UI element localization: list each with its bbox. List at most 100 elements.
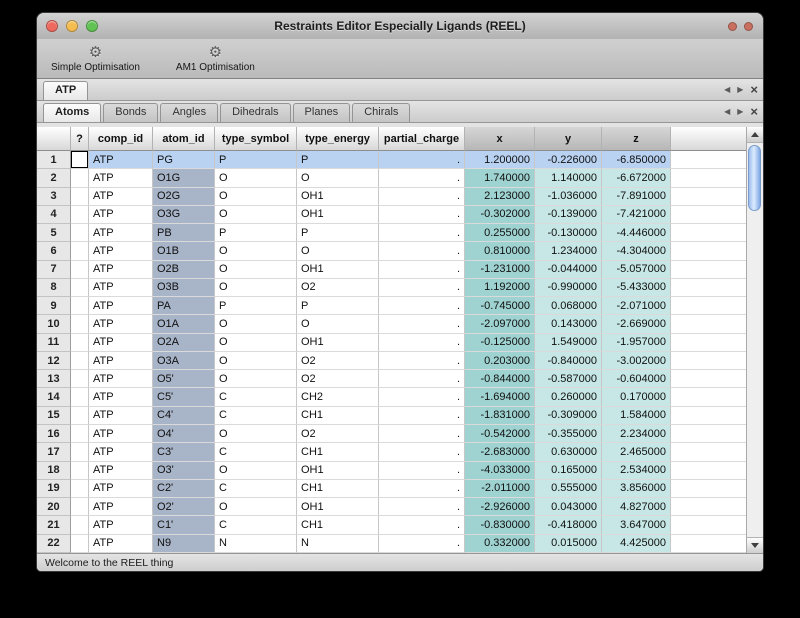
- cell-atom-id[interactable]: O1A: [153, 315, 215, 333]
- cell-atom-id[interactable]: PB: [153, 224, 215, 242]
- col-header-type-symbol[interactable]: type_symbol: [215, 127, 297, 151]
- cell-z[interactable]: 3.856000: [602, 480, 671, 498]
- cell-partial-charge[interactable]: .: [379, 261, 465, 279]
- cell-type-symbol[interactable]: P: [215, 151, 297, 169]
- row-number[interactable]: 13: [37, 370, 71, 388]
- cell-z[interactable]: -4.304000: [602, 242, 671, 260]
- cell-type-energy[interactable]: O2: [297, 279, 379, 297]
- cell-x[interactable]: 2.123000: [465, 188, 535, 206]
- cell-z[interactable]: 1.584000: [602, 407, 671, 425]
- cell-partial-charge[interactable]: .: [379, 480, 465, 498]
- titlebar[interactable]: Restraints Editor Especially Ligands (RE…: [37, 13, 763, 39]
- cell-z[interactable]: -6.850000: [602, 151, 671, 169]
- cell-type-symbol[interactable]: O: [215, 334, 297, 352]
- cell-x[interactable]: 0.810000: [465, 242, 535, 260]
- cell-y[interactable]: 0.555000: [535, 480, 602, 498]
- cell-atom-id[interactable]: C4': [153, 407, 215, 425]
- cell-y[interactable]: -0.840000: [535, 352, 602, 370]
- cell-comp-id[interactable]: ATP: [89, 224, 153, 242]
- cell-partial-charge[interactable]: .: [379, 535, 465, 553]
- cell-z[interactable]: -2.071000: [602, 297, 671, 315]
- cell-flag[interactable]: [71, 151, 89, 169]
- cell-z[interactable]: -7.421000: [602, 206, 671, 224]
- row-number[interactable]: 14: [37, 388, 71, 406]
- cell-atom-id[interactable]: C5': [153, 388, 215, 406]
- cell-comp-id[interactable]: ATP: [89, 188, 153, 206]
- row-number[interactable]: 5: [37, 224, 71, 242]
- cell-flag[interactable]: [71, 443, 89, 461]
- cell-type-energy[interactable]: O2: [297, 352, 379, 370]
- cell-type-energy[interactable]: P: [297, 297, 379, 315]
- col-header-x[interactable]: x: [465, 127, 535, 151]
- cell-atom-id[interactable]: O4': [153, 425, 215, 443]
- cell-flag[interactable]: [71, 425, 89, 443]
- cell-type-symbol[interactable]: C: [215, 407, 297, 425]
- cell-comp-id[interactable]: ATP: [89, 352, 153, 370]
- cell-y[interactable]: 0.630000: [535, 443, 602, 461]
- cell-y[interactable]: 1.140000: [535, 169, 602, 187]
- cell-atom-id[interactable]: O1B: [153, 242, 215, 260]
- cell-partial-charge[interactable]: .: [379, 297, 465, 315]
- cell-partial-charge[interactable]: .: [379, 315, 465, 333]
- cell-atom-id[interactable]: C3': [153, 443, 215, 461]
- row-number[interactable]: 22: [37, 535, 71, 553]
- close-window-button[interactable]: [46, 20, 58, 32]
- cell-z[interactable]: 2.465000: [602, 443, 671, 461]
- cell-x[interactable]: -2.926000: [465, 498, 535, 516]
- cell-z[interactable]: -6.672000: [602, 169, 671, 187]
- cell-y[interactable]: -0.418000: [535, 516, 602, 534]
- cell-y[interactable]: 0.068000: [535, 297, 602, 315]
- cell-x[interactable]: 0.255000: [465, 224, 535, 242]
- row-number[interactable]: 17: [37, 443, 71, 461]
- cell-comp-id[interactable]: ATP: [89, 261, 153, 279]
- cell-comp-id[interactable]: ATP: [89, 516, 153, 534]
- cell-type-energy[interactable]: CH1: [297, 407, 379, 425]
- cell-x[interactable]: -0.542000: [465, 425, 535, 443]
- cell-type-symbol[interactable]: O: [215, 462, 297, 480]
- cell-flag[interactable]: [71, 297, 89, 315]
- cell-atom-id[interactable]: O3G: [153, 206, 215, 224]
- cell-type-symbol[interactable]: N: [215, 535, 297, 553]
- row-number[interactable]: 3: [37, 188, 71, 206]
- cell-type-symbol[interactable]: O: [215, 498, 297, 516]
- row-number[interactable]: 18: [37, 462, 71, 480]
- row-number[interactable]: 2: [37, 169, 71, 187]
- row-number[interactable]: 7: [37, 261, 71, 279]
- cell-type-symbol[interactable]: C: [215, 480, 297, 498]
- cell-z[interactable]: -1.957000: [602, 334, 671, 352]
- cell-atom-id[interactable]: PG: [153, 151, 215, 169]
- tab-bonds[interactable]: Bonds: [103, 103, 158, 122]
- cell-flag[interactable]: [71, 352, 89, 370]
- cell-z[interactable]: 3.647000: [602, 516, 671, 534]
- cell-partial-charge[interactable]: .: [379, 462, 465, 480]
- cell-x[interactable]: -2.097000: [465, 315, 535, 333]
- cell-partial-charge[interactable]: .: [379, 498, 465, 516]
- cell-type-symbol[interactable]: O: [215, 169, 297, 187]
- cell-type-energy[interactable]: OH1: [297, 334, 379, 352]
- row-number[interactable]: 19: [37, 480, 71, 498]
- tab-planes[interactable]: Planes: [293, 103, 351, 122]
- tab-scroll-right-icon[interactable]: ▶: [737, 86, 743, 94]
- cell-x[interactable]: -1.231000: [465, 261, 535, 279]
- cell-type-energy[interactable]: CH2: [297, 388, 379, 406]
- cell-z[interactable]: 0.170000: [602, 388, 671, 406]
- cell-flag[interactable]: [71, 388, 89, 406]
- tab-atp[interactable]: ATP: [43, 81, 88, 100]
- cell-comp-id[interactable]: ATP: [89, 407, 153, 425]
- cell-type-symbol[interactable]: O: [215, 352, 297, 370]
- cell-type-energy[interactable]: P: [297, 151, 379, 169]
- cell-type-symbol[interactable]: O: [215, 425, 297, 443]
- cell-atom-id[interactable]: O3B: [153, 279, 215, 297]
- am1-optimisation-button[interactable]: ⚙ AM1 Optimisation: [170, 44, 261, 74]
- cell-partial-charge[interactable]: .: [379, 388, 465, 406]
- col-header-partial-charge[interactable]: partial_charge: [379, 127, 465, 151]
- cell-comp-id[interactable]: ATP: [89, 297, 153, 315]
- cell-partial-charge[interactable]: .: [379, 352, 465, 370]
- cell-partial-charge[interactable]: .: [379, 334, 465, 352]
- cell-atom-id[interactable]: C1': [153, 516, 215, 534]
- cell-comp-id[interactable]: ATP: [89, 169, 153, 187]
- cell-z[interactable]: -7.891000: [602, 188, 671, 206]
- cell-type-energy[interactable]: O: [297, 315, 379, 333]
- cell-atom-id[interactable]: O3A: [153, 352, 215, 370]
- cell-comp-id[interactable]: ATP: [89, 151, 153, 169]
